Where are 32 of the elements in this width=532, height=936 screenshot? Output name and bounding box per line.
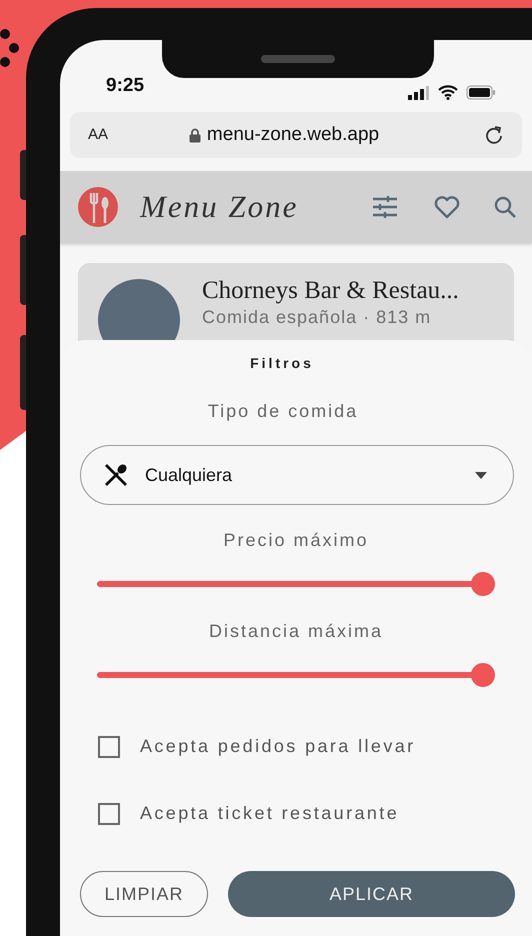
checkbox-label: Acepta pedidos para llevar [140,735,416,758]
address-bar[interactable]: AA menu-zone.web.app [70,112,522,158]
filter-sliders-icon[interactable] [372,195,398,219]
food-type-label: Tipo de comida [208,400,358,423]
restaurant-subtitle: Comida española · 813 m [202,306,432,329]
url-text: menu-zone.web.app [206,122,380,147]
heart-icon[interactable] [434,195,460,219]
checkbox[interactable] [98,736,120,758]
lock-icon [188,128,201,142]
checkbox-label: Acepta ticket restaurante [140,802,400,825]
slider-label: Distancia máxima [208,620,384,643]
text-size-button[interactable]: AA [88,124,108,146]
reload-icon[interactable] [484,125,504,145]
fork-spoon-logo-icon [78,187,118,227]
battery-icon [466,85,496,100]
status-time: 9:25 [106,74,144,98]
wifi-icon [438,85,458,100]
app-title: Menu Zone [140,188,298,226]
dropdown-value: Cualquiera [145,464,232,487]
slider-label: Precio máximo [223,529,369,552]
dot-pattern-icon [0,28,20,68]
food-type-dropdown[interactable]: Cualquiera [80,445,514,505]
clear-button[interactable]: LIMPIAR [80,871,208,917]
slider-thumb[interactable] [471,572,495,596]
apply-button[interactable]: APLICAR [228,871,515,917]
caret-icon [475,472,487,478]
slider-thumb[interactable] [471,663,495,687]
search-icon[interactable] [494,196,516,218]
fork-spoon-icon [103,462,129,488]
checkbox[interactable] [98,802,120,824]
restaurant-name: Chorneys Bar & Restau... [202,276,459,306]
signal-icon [408,86,430,100]
